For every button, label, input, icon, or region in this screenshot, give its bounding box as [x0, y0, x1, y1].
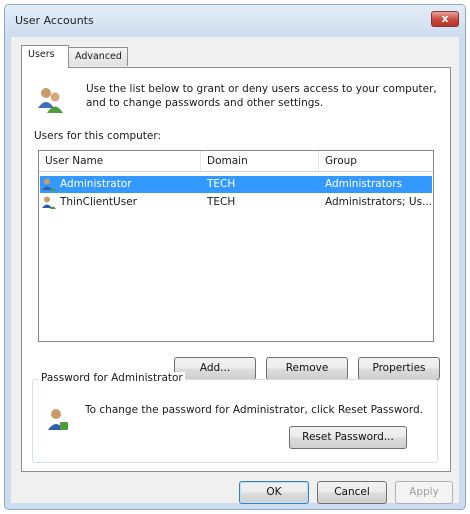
intro-text: Use the list below to grant or deny user…: [86, 83, 437, 109]
column-header-user-name[interactable]: User Name: [39, 151, 201, 171]
dialog-client-area: Users Advanced Use the list below to gra…: [11, 37, 459, 504]
close-button[interactable]: x: [431, 11, 459, 27]
tab-advanced[interactable]: Advanced: [68, 47, 128, 66]
list-header: User Name Domain Group: [39, 151, 433, 172]
user-accounts-window: User Accounts x Users Advanced Use the l…: [4, 4, 466, 510]
password-instruction-text: To change the password for Administrator…: [85, 404, 424, 416]
table-row-administrator[interactable]: Administrator TECH Administrators: [40, 176, 432, 193]
cell-group: Administrators: [325, 178, 403, 190]
users-group-icon: [38, 88, 63, 113]
add-button[interactable]: Add...: [174, 357, 256, 380]
cell-user-name: ThinClientUser: [60, 196, 137, 208]
tab-users[interactable]: Users: [21, 45, 69, 68]
tab-users-label: Users: [28, 49, 55, 60]
close-icon: x: [441, 12, 449, 25]
cancel-button[interactable]: Cancel: [317, 481, 387, 504]
reset-password-button[interactable]: Reset Password...: [289, 426, 407, 449]
password-group-title: Password for Administrator: [39, 372, 185, 384]
remove-button[interactable]: Remove: [266, 357, 348, 380]
table-row-thinclientuser[interactable]: ThinClientUser TECH Administrators; Us..…: [40, 194, 432, 211]
cell-user-name: Administrator: [60, 178, 132, 190]
users-list-label: Users for this computer:: [34, 130, 162, 142]
user-password-icon: [48, 409, 68, 430]
users-list[interactable]: User Name Domain Group Administrator TEC…: [38, 150, 434, 342]
cell-group: Administrators; Us...: [325, 196, 431, 208]
window-title: User Accounts: [15, 14, 94, 27]
user-icon: [42, 196, 56, 209]
user-icon: [42, 178, 56, 191]
users-tab-panel: Use the list below to grant or deny user…: [21, 67, 451, 472]
properties-button[interactable]: Properties: [358, 357, 440, 380]
ok-button[interactable]: OK: [239, 481, 309, 504]
password-groupbox: Password for Administrator To change the…: [32, 372, 438, 463]
cell-domain: TECH: [207, 178, 236, 190]
tab-advanced-label: Advanced: [75, 51, 122, 62]
column-header-group[interactable]: Group: [319, 151, 433, 171]
column-header-domain[interactable]: Domain: [201, 151, 319, 171]
title-bar[interactable]: User Accounts x: [5, 5, 465, 37]
apply-button[interactable]: Apply: [395, 481, 453, 504]
cell-domain: TECH: [207, 196, 236, 208]
